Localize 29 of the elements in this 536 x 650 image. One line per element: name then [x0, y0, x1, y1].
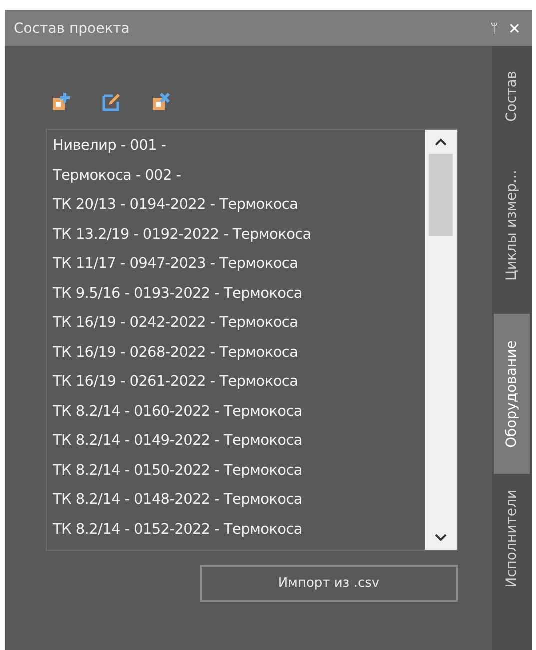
window-title: Состав проекта [14, 21, 131, 37]
list-item[interactable]: Нивелир - 001 - [47, 132, 425, 162]
list-item[interactable]: ТК 8.2/14 - 0160-2022 - Термокоса [47, 398, 425, 427]
remove-item-icon[interactable] [152, 92, 172, 112]
list-item[interactable]: ТК 8.2/14 - 0150-2022 - Термокоса [47, 456, 425, 486]
side-tab[interactable]: Циклы измер... [494, 142, 530, 310]
list-item[interactable]: ТК 9.5/16 - 0193-2022 - Термокоса [47, 280, 425, 309]
side-tab[interactable]: Состав [494, 54, 530, 138]
side-tab[interactable]: Оборудование [494, 314, 530, 474]
close-button[interactable]: ✕ [503, 20, 526, 38]
list-item[interactable]: ТК 8.2/14 - 0148-2022 - Термокоса [47, 486, 425, 516]
scrollbar[interactable] [425, 130, 457, 550]
list-item[interactable]: Термокоса - 002 - [47, 162, 425, 191]
side-tab[interactable]: Исполнители [494, 478, 530, 600]
list-item[interactable]: ТК 20/13 - 0194-2022 - Термокоса [47, 191, 425, 220]
list-item[interactable]: ТК 16/19 - 0261-2022 - Термокоса [47, 368, 425, 398]
pin-button[interactable]: ᛘ [485, 22, 504, 36]
list-item[interactable]: ТК 11/17 - 0947-2023 - Термокоса [47, 250, 425, 280]
scroll-down-icon[interactable] [435, 534, 447, 542]
scroll-up-icon[interactable] [435, 138, 447, 146]
list-item[interactable]: ТК 8.2/14 - 0152-2022 - Термокоса [47, 516, 425, 545]
import-button[interactable]: Импорт из .csv [200, 565, 458, 602]
list-item[interactable]: ТК 16/19 - 0268-2022 - Термокоса [47, 338, 425, 368]
scroll-thumb[interactable] [429, 154, 453, 236]
list-item[interactable]: ТК 8.2/14 - 0149-2022 - Термокоса [47, 427, 425, 456]
list-item[interactable]: ТК 16/19 - 0242-2022 - Термокоса [47, 309, 425, 338]
list-item[interactable]: ТК 13.2/19 - 0192-2022 - Термокоса [47, 220, 425, 250]
edit-icon[interactable] [102, 92, 122, 112]
add-item-icon[interactable] [52, 92, 72, 112]
